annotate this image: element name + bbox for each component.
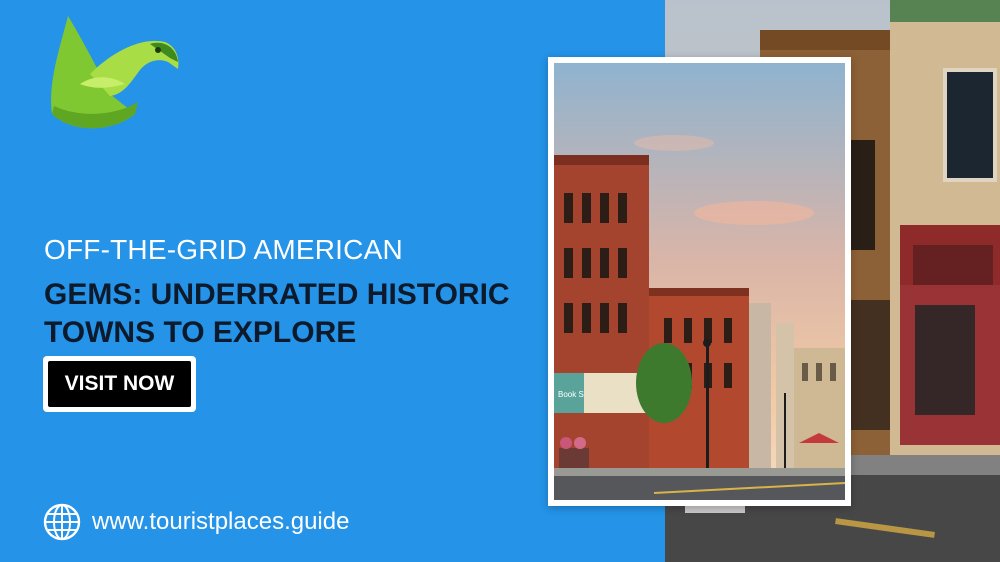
inset-photo-frame: Book Shop xyxy=(548,57,851,506)
headline-line-2: GEMS: UNDERRATED HISTORIC TOWNS TO EXPLO… xyxy=(44,278,510,349)
headline-line-1: OFF-THE-GRID AMERICAN xyxy=(44,234,403,265)
visit-now-button[interactable]: VISIT NOW xyxy=(43,356,196,412)
historic-main-street-sunset-photo: Book Shop xyxy=(554,63,845,500)
green-eagle-logo-icon xyxy=(51,16,179,129)
website-url[interactable]: www.touristplaces.guide xyxy=(92,508,349,536)
visit-now-label: VISIT NOW xyxy=(48,361,191,407)
globe-icon xyxy=(43,503,81,541)
